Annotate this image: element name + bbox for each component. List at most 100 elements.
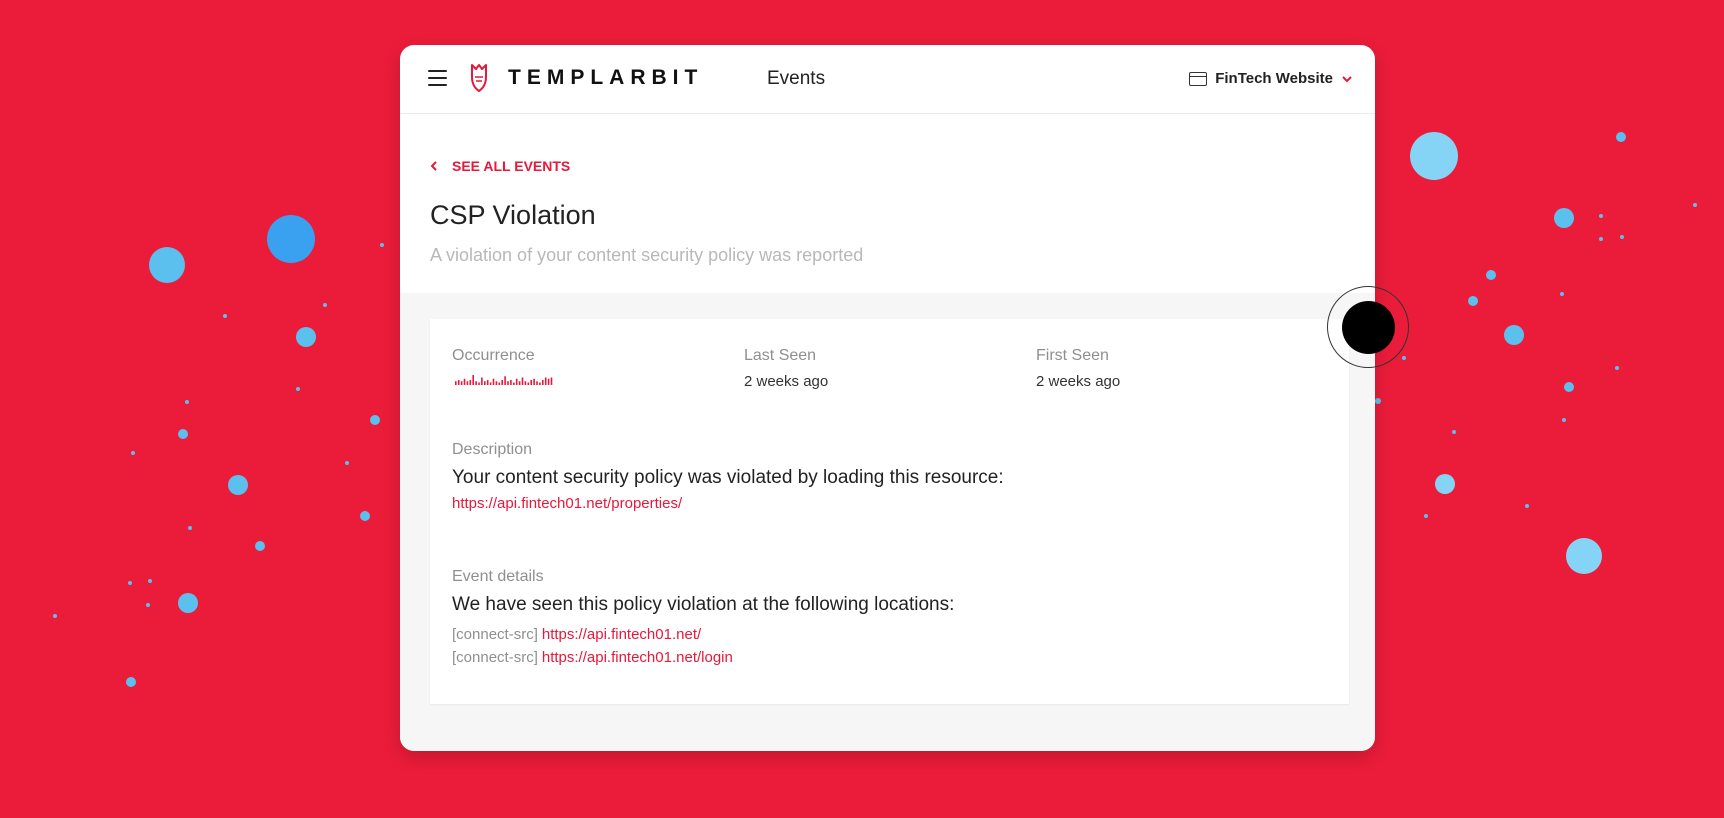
background-bubble <box>380 243 384 247</box>
event-body: Occurrence Last Seen 2 weeks ago First S… <box>400 293 1375 751</box>
sparkline-bar <box>455 381 457 385</box>
location-directive: [connect-src] <box>452 626 538 643</box>
background-bubble <box>1620 235 1624 239</box>
background-bubble <box>178 429 188 439</box>
background-bubble <box>128 581 132 585</box>
background-bubble <box>1402 356 1406 360</box>
last-seen-label: Last Seen <box>744 347 817 364</box>
background-bubble <box>1615 366 1619 370</box>
background-bubble <box>148 579 152 583</box>
top-navigation-bar: TEMPLARBIT Events FinTech Website <box>400 45 1375 114</box>
background-bubble <box>1468 296 1478 306</box>
background-bubble <box>188 526 192 530</box>
background-bubble <box>1486 270 1496 280</box>
background-bubble <box>1452 430 1456 434</box>
sparkline-bar <box>475 381 477 385</box>
event-details-block: Event details We have seen this policy v… <box>452 568 954 666</box>
sparkline-bar <box>495 381 498 385</box>
background-bubble <box>1599 214 1603 218</box>
location-url-link[interactable]: https://api.fintech01.net/login <box>542 649 733 666</box>
sparkline-bar <box>530 380 532 385</box>
hamburger-icon[interactable] <box>428 70 447 86</box>
background-bubble <box>296 327 316 347</box>
background-bubble <box>267 215 315 263</box>
sparkline-bar <box>536 381 538 385</box>
event-details-label: Event details <box>452 568 544 585</box>
sparkline-bar <box>533 378 535 385</box>
last-seen-value: 2 weeks ago <box>744 373 829 390</box>
occurrence-label: Occurrence <box>452 347 535 364</box>
resource-url-link[interactable]: https://api.fintech01.net/properties/ <box>452 495 682 512</box>
first-seen-value: 2 weeks ago <box>1036 373 1121 390</box>
sparkline-bar <box>542 380 544 385</box>
location-url-link[interactable]: https://api.fintech01.net/ <box>542 626 701 643</box>
last-seen-stat: Last Seen 2 weeks ago <box>744 347 828 390</box>
location-row: [connect-src] https://api.fintech01.net/ <box>452 626 954 643</box>
sparkline-bar <box>457 380 460 385</box>
background-bubble <box>228 475 248 495</box>
sparkline-bar <box>513 382 515 385</box>
page-subtitle: A violation of your content security pol… <box>430 245 864 265</box>
event-detail-card: TEMPLARBIT Events FinTech Website SEE AL… <box>400 45 1375 751</box>
background-bubble <box>1566 538 1602 574</box>
background-bubble <box>370 415 380 425</box>
sparkline-bar <box>527 382 530 385</box>
sparkline-bar <box>492 378 495 385</box>
background-bubble <box>1693 203 1697 207</box>
see-all-events-link[interactable]: SEE ALL EVENTS <box>430 158 1375 174</box>
background-bubble <box>1562 418 1566 422</box>
description-text: Your content security policy was violate… <box>452 467 1004 488</box>
sparkline-bar <box>469 380 472 385</box>
site-selector-dropdown[interactable]: FinTech Website <box>1189 70 1353 87</box>
sparkline-bar <box>486 380 489 385</box>
sparkline-bar <box>515 378 518 385</box>
first-seen-label: First Seen <box>1036 347 1109 364</box>
sparkline-bar <box>460 381 463 385</box>
sparkline-bar <box>518 381 521 385</box>
sparkline-bar <box>524 381 527 385</box>
occurrence-sparkline <box>455 375 553 385</box>
sparkline-bar <box>501 380 503 385</box>
cursor-dot <box>1342 301 1395 354</box>
background-bubble <box>323 303 327 307</box>
site-name: FinTech Website <box>1215 70 1333 87</box>
sparkline-bar <box>547 378 550 385</box>
event-header: SEE ALL EVENTS CSP Violation A violation… <box>400 114 1375 293</box>
chevron-left-icon <box>430 161 437 171</box>
background-bubble <box>146 603 150 607</box>
templarbit-logo[interactable]: TEMPLARBIT <box>468 63 703 93</box>
background-bubble <box>1375 398 1381 404</box>
first-seen-stat: First Seen 2 weeks ago <box>1036 347 1120 390</box>
sparkline-bar <box>521 377 524 385</box>
event-details-text: We have seen this policy violation at th… <box>452 594 955 615</box>
background-bubble <box>1424 514 1428 518</box>
description-block: Description Your content security policy… <box>452 441 1004 513</box>
background-bubble <box>131 451 135 455</box>
sparkline-bar <box>463 378 466 385</box>
sparkline-bar <box>489 382 492 385</box>
browser-window-icon <box>1189 71 1208 86</box>
background-bubble <box>1435 474 1455 494</box>
sparkline-bar <box>466 381 469 385</box>
sparkline-bar <box>504 376 506 385</box>
nav-section-title: Events <box>767 68 826 89</box>
location-row: [connect-src] https://api.fintech01.net/l… <box>452 649 954 666</box>
event-stats: Occurrence Last Seen 2 weeks ago First S… <box>452 347 1332 390</box>
background-bubble <box>255 541 265 551</box>
occurrence-stat: Occurrence <box>452 347 556 387</box>
background-bubble <box>223 314 227 318</box>
background-bubble <box>360 511 370 521</box>
sparkline-bar <box>478 382 480 385</box>
background-bubble <box>149 247 185 283</box>
background-bubble <box>1599 237 1603 241</box>
event-details-panel: Occurrence Last Seen 2 weeks ago First S… <box>430 319 1349 704</box>
sparkline-bar <box>472 375 474 385</box>
background-bubble <box>345 461 349 465</box>
sparkline-bar <box>507 381 509 385</box>
description-label: Description <box>452 441 533 458</box>
sparkline-bar <box>544 377 547 385</box>
sparkline-bar <box>539 382 541 385</box>
page-title: CSP Violation <box>430 200 596 230</box>
background-bubble <box>1560 292 1564 296</box>
location-directive: [connect-src] <box>452 649 538 666</box>
